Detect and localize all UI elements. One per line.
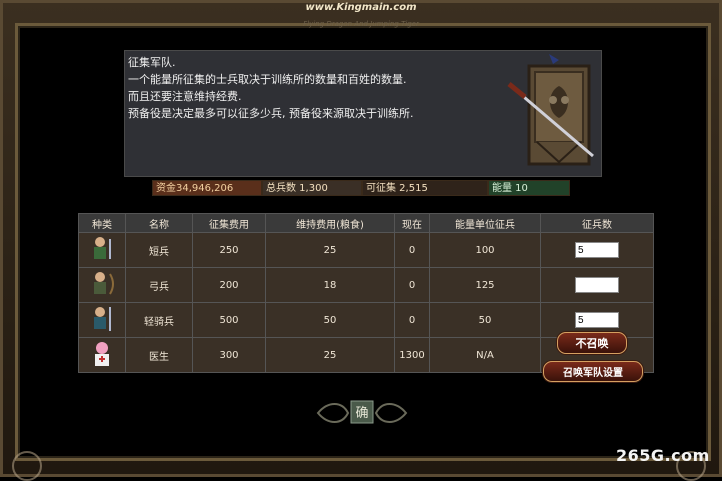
unit-current: 0 xyxy=(394,302,430,338)
unit-cost: 250 xyxy=(192,232,266,268)
header-name: 名称 xyxy=(125,213,193,233)
unit-cost: 300 xyxy=(192,337,266,373)
unit-name: 医生 xyxy=(125,337,193,373)
unit-cost: 200 xyxy=(192,267,266,303)
stats-bar: 资金34,946,206 总兵数 1,300 可征集 2,515 能量 10 xyxy=(152,180,570,196)
header-upkeep: 维持费用(粮食) xyxy=(265,213,395,233)
unit-current: 0 xyxy=(394,232,430,268)
subtitle: Flying Dragon And Jumping Tiger xyxy=(303,20,419,28)
header-per-energy: 能量单位征兵 xyxy=(429,213,541,233)
unit-current: 0 xyxy=(394,267,430,303)
header-recruit: 征兵数 xyxy=(540,213,654,233)
unit-per-energy: N/A xyxy=(429,337,541,373)
description-line: 预备役是决定最多可以征多少兵, 预备役来源取决于训练所. xyxy=(128,107,414,120)
unit-name: 弓兵 xyxy=(125,267,193,303)
gold-stat: 资金34,946,206 xyxy=(152,180,262,196)
light-cavalry-icon xyxy=(94,306,111,331)
no-recruit-button[interactable]: 不召唤 xyxy=(557,332,627,354)
doctor-icon xyxy=(95,341,109,366)
table-header-row: 种类 名称 征集费用 维持费用(粮食) 现在 能量单位征兵 征兵数 xyxy=(78,213,654,233)
energy-stat: 能量 10 xyxy=(488,180,570,196)
archer-icon xyxy=(94,271,114,295)
description-line: 而且还要注意维持经费. xyxy=(128,90,242,103)
description-text: 征集军队. 一个能量所征集的士兵取决于训练所的数量和百姓的数量. 而且还要注意维… xyxy=(128,54,508,122)
confirm-ornament-button[interactable]: 确 xyxy=(314,397,410,429)
unit-per-energy: 50 xyxy=(429,302,541,338)
total-troops-stat: 总兵数 1,300 xyxy=(262,180,362,196)
recruit-count-input[interactable] xyxy=(575,242,619,258)
unit-per-energy: 125 xyxy=(429,267,541,303)
unit-current: 1300 xyxy=(394,337,430,373)
recruit-count-input[interactable] xyxy=(575,312,619,328)
watermark-logo: 265G.com xyxy=(616,446,710,465)
header-current: 现在 xyxy=(394,213,430,233)
description-line: 征集军队. xyxy=(128,56,176,69)
header-type: 种类 xyxy=(78,213,126,233)
unit-name: 短兵 xyxy=(125,232,193,268)
war-banner-sword-icon xyxy=(507,54,594,166)
site-banner: www.Kingmain.com xyxy=(305,2,417,13)
unit-upkeep: 25 xyxy=(265,232,395,268)
unit-cost: 500 xyxy=(192,302,266,338)
unit-upkeep: 18 xyxy=(265,267,395,303)
confirm-label: 确 xyxy=(355,406,368,421)
unit-per-energy: 100 xyxy=(429,232,541,268)
recruit-settings-button[interactable]: 召唤军队设置 xyxy=(543,361,643,382)
swordsman-icon xyxy=(94,236,111,259)
header-cost: 征集费用 xyxy=(192,213,266,233)
unit-upkeep: 50 xyxy=(265,302,395,338)
recruit-count-input[interactable] xyxy=(575,277,619,293)
recruitable-stat: 可征集 2,515 xyxy=(362,180,488,196)
table-row: 弓兵 200 18 0 125 xyxy=(78,267,654,303)
unit-upkeep: 25 xyxy=(265,337,395,373)
table-row: 短兵 250 25 0 100 xyxy=(78,232,654,268)
unit-name: 轻骑兵 xyxy=(125,302,193,338)
description-line: 一个能量所征集的士兵取决于训练所的数量和百姓的数量. xyxy=(128,73,407,86)
